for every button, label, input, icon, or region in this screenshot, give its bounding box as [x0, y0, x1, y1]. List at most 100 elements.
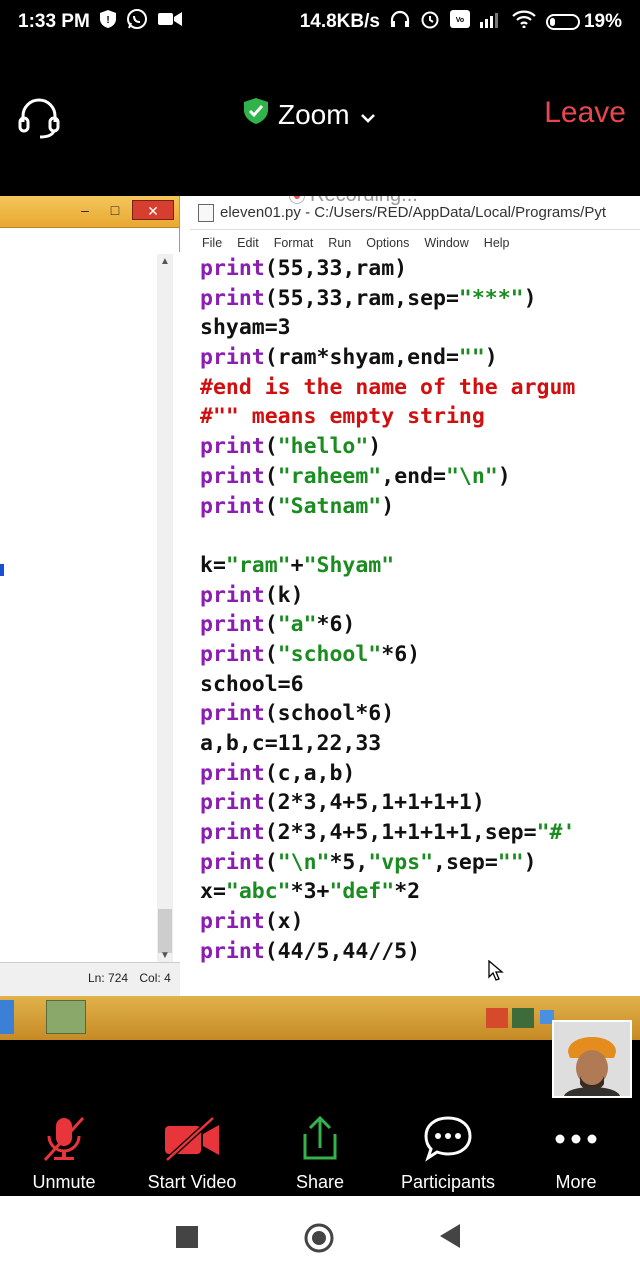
unmute-button[interactable]: Unmute	[0, 1108, 128, 1196]
menu-item-file[interactable]: File	[202, 236, 222, 254]
code-token: )	[484, 345, 498, 371]
editor-menubar: File Edit Format Run Options Window Help	[190, 230, 640, 254]
code-token: "a"	[277, 612, 317, 638]
minimize-button[interactable]: –	[72, 200, 98, 220]
shield-check-icon	[244, 98, 268, 131]
svg-text:!: !	[106, 15, 109, 26]
code-token: print	[200, 434, 265, 460]
code-token: +	[290, 552, 304, 578]
menu-item-run[interactable]: Run	[328, 236, 351, 254]
code-line: #end is the name of the argum	[200, 373, 640, 403]
code-line: print(c,a,b)	[200, 759, 640, 789]
home-circle-icon[interactable]	[303, 1222, 335, 1259]
code-token: print	[200, 938, 265, 964]
more-dots-icon	[512, 1114, 640, 1164]
code-line: print("school"*6)	[200, 640, 640, 670]
share-button[interactable]: Share	[256, 1108, 384, 1196]
code-line: a,b,c=11,22,33	[200, 729, 640, 759]
python-file-icon	[198, 204, 214, 222]
code-line: print(ram*shyam,end="")	[200, 343, 640, 373]
code-token: *5,	[329, 849, 369, 875]
mic-muted-icon	[0, 1114, 128, 1164]
status-bar: 1:33 PM ! 14.8KB/s Vo 19%	[0, 0, 640, 44]
code-token: "school"	[277, 641, 382, 667]
code-token: print	[200, 493, 265, 519]
code-line: print(2*3,4+5,1+1+1+1)	[200, 788, 640, 818]
taskbar-start-icon[interactable]	[0, 1000, 14, 1034]
code-token: *3+	[290, 879, 330, 905]
code-token: (c,a,b)	[264, 760, 356, 786]
code-token: "raheem"	[277, 463, 382, 489]
meeting-title[interactable]: Zoom	[244, 98, 376, 131]
status-left: 1:33 PM !	[18, 8, 182, 36]
leave-button[interactable]: Leave	[544, 96, 626, 130]
code-token: "def"	[329, 879, 395, 905]
svg-text:Vo: Vo	[456, 17, 464, 24]
battery-icon	[545, 14, 580, 30]
idle-editor-window: eleven01.py - C:/Users/RED/AppData/Local…	[190, 196, 640, 996]
code-token: (2*3,4+5,1+1+1+1)	[264, 790, 485, 816]
code-line: print("hello")	[200, 432, 640, 462]
participants-label: Participants	[400, 1172, 496, 1192]
code-token: "abc"	[225, 879, 291, 905]
android-navigation-bar	[0, 1196, 640, 1280]
code-token: (55,33,ram,sep=	[264, 285, 459, 311]
headphones-icon[interactable]	[16, 94, 62, 140]
menu-item-options[interactable]: Options	[366, 236, 409, 254]
code-line: print("raheem",end="\n")	[200, 462, 640, 492]
menu-item-window[interactable]: Window	[424, 236, 468, 254]
code-token: ,end=	[381, 463, 446, 489]
alarm-icon	[420, 9, 440, 35]
self-video-thumbnail[interactable]	[552, 1020, 632, 1098]
code-line: print("\n"*5,"vps",sep="")	[200, 848, 640, 878]
code-token: (	[264, 612, 278, 638]
code-token: k=	[200, 552, 226, 578]
code-token: print	[200, 760, 265, 786]
code-token: print	[200, 256, 265, 281]
more-button[interactable]: More	[512, 1108, 640, 1196]
more-label: More	[555, 1172, 597, 1192]
tray-network-icon[interactable]	[512, 1008, 534, 1028]
code-token: ""	[497, 849, 524, 875]
code-token: print	[200, 345, 265, 371]
battery-indicator: 19%	[545, 11, 622, 33]
code-token: x=	[200, 879, 226, 905]
code-line: print(x)	[200, 907, 640, 937]
meeting-title-label: Zoom	[278, 98, 350, 130]
line-number: Ln: 724	[88, 971, 129, 985]
participants-button[interactable]: Participants	[384, 1108, 512, 1196]
code-token: print	[200, 612, 265, 638]
code-token: print	[200, 909, 265, 935]
code-token: (x)	[264, 909, 304, 935]
code-token: "vps"	[368, 849, 434, 875]
menu-item-edit[interactable]: Edit	[237, 236, 259, 254]
code-token: (55,33,ram)	[264, 256, 408, 281]
mouse-cursor-icon	[488, 959, 504, 987]
code-token: (	[264, 493, 278, 519]
code-token: )	[523, 285, 537, 311]
menu-item-help[interactable]: Help	[484, 236, 510, 254]
back-triangle-icon[interactable]	[440, 1224, 460, 1253]
status-time: 1:33 PM	[18, 11, 90, 32]
scroll-up-icon[interactable]: ▲	[157, 254, 173, 270]
vertical-scrollbar[interactable]: ▲ ▼	[157, 254, 173, 964]
text-caret-mark	[0, 564, 4, 576]
start-video-button[interactable]: Start Video	[128, 1108, 256, 1196]
scroll-thumb[interactable]	[158, 909, 172, 953]
meeting-toolbar: Unmute Start Video Share Participants Mo…	[0, 1108, 640, 1196]
code-token: )	[381, 493, 395, 519]
maximize-button[interactable]: □	[102, 200, 128, 220]
tray-app-icon[interactable]	[486, 1008, 508, 1028]
shield-status-icon: !	[99, 10, 116, 34]
code-token: (k)	[264, 582, 304, 608]
menu-item-format[interactable]: Format	[274, 236, 314, 254]
video-off-icon	[128, 1114, 256, 1164]
start-video-label: Start Video	[147, 1172, 237, 1192]
code-editor[interactable]: print(55,33,ram) print(55,33,ram,sep="***…	[200, 254, 640, 996]
recents-square-icon[interactable]	[176, 1226, 198, 1253]
unmute-label: Unmute	[32, 1172, 96, 1192]
close-button[interactable]: ✕	[132, 200, 174, 220]
code-token: print	[200, 849, 265, 875]
code-token: shyam=3	[200, 315, 291, 341]
taskbar-app-icon[interactable]	[46, 1000, 86, 1034]
